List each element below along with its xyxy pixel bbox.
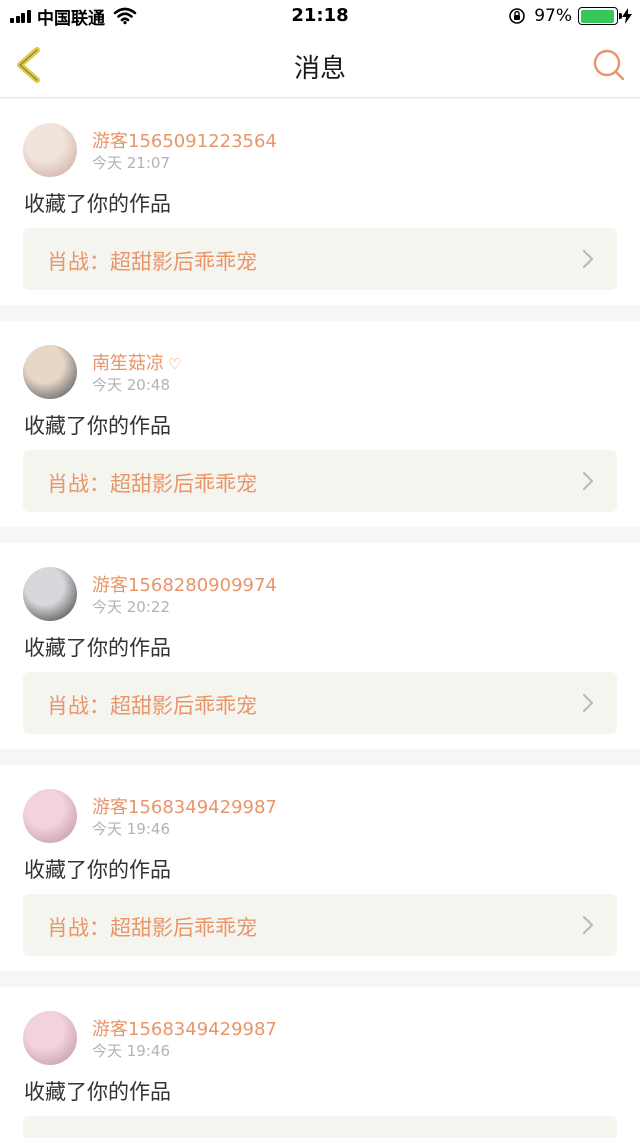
timestamp: 今天 19:46	[92, 820, 170, 838]
status-bar: 中国联通 21:18 97%	[0, 0, 640, 32]
search-icon	[593, 49, 625, 81]
notification-item: 游客1568280909974 今天 20:22 收藏了你的作品 肖战：超甜影后…	[0, 543, 640, 749]
search-button[interactable]	[592, 48, 626, 82]
avatar[interactable]	[23, 1011, 77, 1065]
username[interactable]: 南笙菇凉 ♡	[92, 349, 181, 375]
battery-percent: 97%	[534, 6, 572, 26]
action-text: 收藏了你的作品	[24, 414, 171, 438]
action-text: 收藏了你的作品	[24, 858, 171, 882]
action-text: 收藏了你的作品	[24, 636, 171, 660]
work-title: 肖战：超甜影后乖乖宠	[47, 694, 257, 718]
chevron-right-icon	[583, 250, 593, 268]
chevron-right-icon	[583, 916, 593, 934]
orientation-lock-icon	[509, 8, 526, 24]
work-link[interactable]	[23, 1116, 617, 1138]
work-title: 肖战：超甜影后乖乖宠	[47, 472, 257, 496]
work-link[interactable]: 肖战：超甜影后乖乖宠	[23, 450, 617, 512]
work-link[interactable]: 肖战：超甜影后乖乖宠	[23, 228, 617, 290]
notification-item: 游客1568349429987 今天 19:46 收藏了你的作品	[0, 987, 640, 1138]
work-title: 肖战：超甜影后乖乖宠	[47, 250, 257, 274]
username[interactable]: 游客1568349429987	[92, 1015, 277, 1041]
chevron-right-icon	[583, 694, 593, 712]
avatar[interactable]	[23, 345, 77, 399]
username[interactable]: 游客1565091223564	[92, 127, 277, 153]
nav-bar: 消息	[0, 32, 640, 98]
username[interactable]: 游客1568349429987	[92, 793, 277, 819]
avatar[interactable]	[23, 123, 77, 177]
avatar[interactable]	[23, 789, 77, 843]
notification-item: 游客1568349429987 今天 19:46 收藏了你的作品 肖战：超甜影后…	[0, 765, 640, 971]
page-title: 消息	[293, 54, 346, 84]
action-text: 收藏了你的作品	[24, 1080, 171, 1104]
notification-item: 游客1565091223564 今天 21:07 收藏了你的作品 肖战：超甜影后…	[0, 99, 640, 305]
chevron-right-icon	[583, 472, 593, 490]
heart-icon: ♡	[168, 355, 182, 373]
notification-item: 南笙菇凉 ♡ 今天 20:48 收藏了你的作品 肖战：超甜影后乖乖宠	[0, 321, 640, 527]
battery-icon	[578, 7, 622, 25]
timestamp: 今天 20:22	[92, 598, 170, 616]
avatar[interactable]	[23, 567, 77, 621]
battery-area: 97%	[508, 5, 632, 27]
timestamp: 今天 19:46	[92, 1042, 170, 1060]
action-text: 收藏了你的作品	[24, 192, 171, 216]
charging-icon	[622, 8, 632, 24]
work-title: 肖战：超甜影后乖乖宠	[47, 916, 257, 940]
username[interactable]: 游客1568280909974	[92, 571, 277, 597]
timestamp: 今天 20:48	[92, 376, 170, 394]
work-link[interactable]: 肖战：超甜影后乖乖宠	[23, 672, 617, 734]
timestamp: 今天 21:07	[92, 154, 170, 172]
work-link[interactable]: 肖战：超甜影后乖乖宠	[23, 894, 617, 956]
